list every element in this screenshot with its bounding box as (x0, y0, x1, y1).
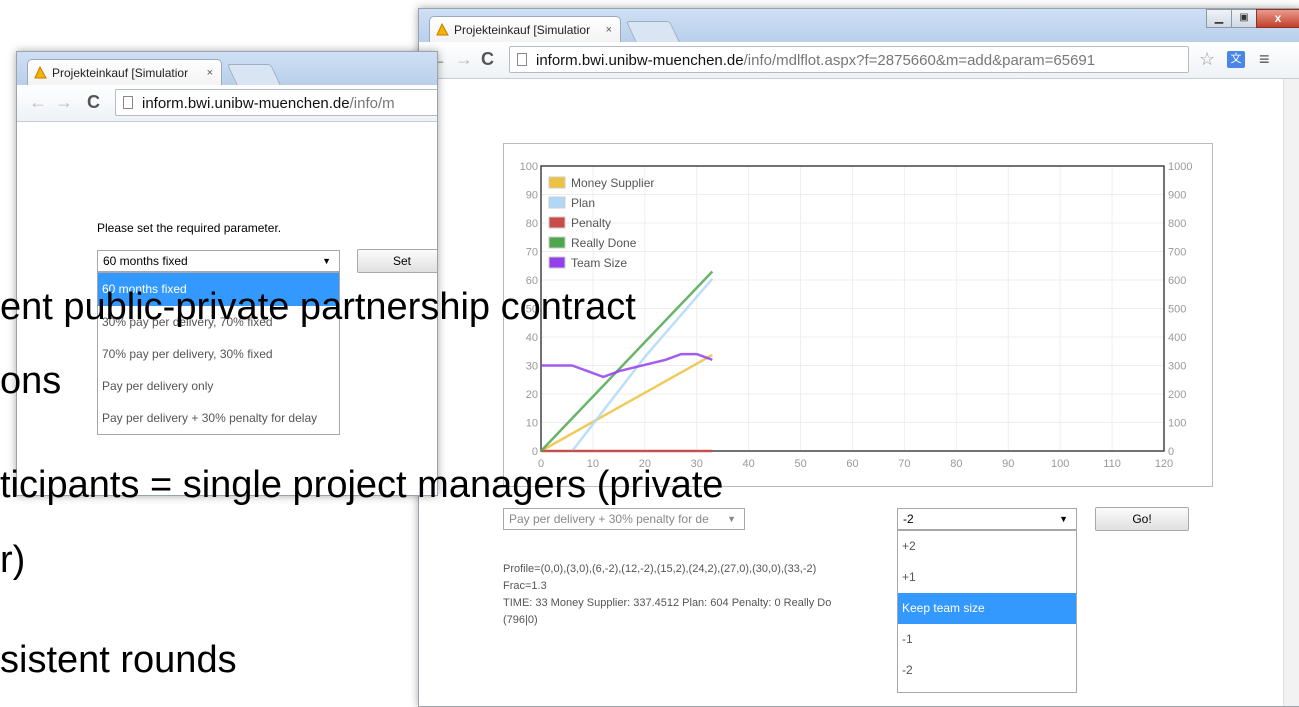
x-tick-label: 50 (794, 458, 806, 470)
set-button[interactable]: Set (357, 249, 437, 273)
dropdown-option[interactable]: -2 (898, 655, 1076, 686)
x-tick-label: 70 (898, 458, 910, 470)
legend-swatch (548, 256, 566, 269)
dropdown-option[interactable]: Pay per delivery + 30% penalty for delay (98, 402, 339, 434)
legend-label: Plan (571, 196, 595, 210)
y-right-tick-label: 900 (1168, 190, 1186, 202)
output-line: TIME: 33 Money Supplier: 337.4512 Plan: … (503, 597, 832, 609)
slide-bullet-line: r) (0, 539, 26, 581)
team-size-select[interactable]: -2 ▼ (897, 508, 1077, 530)
y-left-tick-label: 20 (526, 389, 538, 401)
browser-toolbar: ← → C inform.bwi.unibw-muenchen.de/info/… (17, 85, 437, 122)
y-right-tick-label: 100 (1168, 418, 1186, 430)
dropdown-option[interactable]: Pay per delivery only (98, 370, 339, 402)
dropdown-option[interactable]: -1 (898, 624, 1076, 655)
y-left-tick-label: 80 (526, 218, 538, 230)
dropdown-option[interactable]: +2 (898, 531, 1076, 562)
y-left-tick-label: 10 (526, 418, 538, 430)
output-line: Frac=1.3 (503, 580, 547, 592)
x-tick-label: 110 (1103, 458, 1121, 470)
dropdown-option[interactable]: +1 (898, 562, 1076, 593)
y-right-tick-label: 400 (1168, 332, 1186, 344)
tab-strip: Projekteinkauf [Simulatior × (17, 52, 437, 86)
y-right-tick-label: 200 (1168, 389, 1186, 401)
new-tab-button[interactable] (226, 64, 282, 86)
legend-swatch (548, 236, 566, 249)
legend-label: Really Done (571, 236, 637, 250)
legend-label: Team Size (571, 256, 627, 270)
x-tick-label: 100 (1051, 458, 1069, 470)
legend-label: Money Supplier (571, 176, 654, 190)
chevron-down-icon: ▼ (727, 514, 736, 524)
address-bar[interactable]: inform.bwi.unibw-muenchen.de/info/m (115, 89, 437, 116)
y-right-tick-label: 1000 (1168, 161, 1192, 173)
browser-tab[interactable]: Projekteinkauf [Simulatior × (27, 59, 222, 85)
url-path: /info/m (349, 95, 395, 112)
page-icon (123, 96, 133, 109)
x-tick-label: 90 (1002, 458, 1014, 470)
go-button[interactable]: Go! (1095, 507, 1189, 531)
x-tick-label: 120 (1155, 458, 1173, 470)
favicon-icon (34, 66, 47, 79)
x-tick-label: 40 (743, 458, 755, 470)
y-right-tick-label: 300 (1168, 361, 1186, 373)
dropdown-option[interactable]: 70% pay per delivery, 30% fixed (98, 338, 339, 370)
slide-bullet-line: ons (0, 360, 62, 402)
slide-bullet-line: ticipants = single project managers (pri… (0, 464, 724, 506)
prompt-text: Please set the required parameter. (97, 221, 282, 235)
team-size-dropdown: +2 +1 Keep team size -1 -2 (897, 530, 1077, 693)
legend-swatch (548, 176, 566, 189)
scrollbar[interactable] (1283, 79, 1299, 706)
browser-window-secondary: Projekteinkauf [Simulatior × ← → C infor… (16, 51, 438, 496)
url-host: inform.bwi.unibw-muenchen.de (142, 95, 350, 112)
contract-type-select[interactable]: Pay per delivery + 30% penalty for de ▼ (503, 508, 745, 530)
output-line: Profile=(0,0),(3,0),(6,-2),(12,-2),(15,2… (503, 563, 817, 575)
chevron-down-icon: ▼ (322, 256, 331, 266)
chevron-down-icon: ▼ (1059, 514, 1068, 524)
simulation-output: Profile=(0,0),(3,0),(6,-2),(12,-2),(15,2… (503, 561, 831, 629)
x-tick-label: 80 (950, 458, 962, 470)
y-left-tick-label: 90 (526, 190, 538, 202)
y-left-tick-label: 30 (526, 361, 538, 373)
y-right-tick-label: 600 (1168, 275, 1186, 287)
legend-label: Penalty (571, 216, 611, 230)
x-tick-label: 60 (846, 458, 858, 470)
y-left-tick-label: 70 (526, 247, 538, 259)
back-icon[interactable]: ← (29, 91, 47, 113)
reload-icon[interactable]: C (87, 91, 100, 113)
y-right-tick-label: 800 (1168, 218, 1186, 230)
y-right-tick-label: 500 (1168, 304, 1186, 316)
y-left-tick-label: 100 (520, 161, 538, 173)
browser-window-main: Projekteinkauf [Simulatior × ▁ ▣ x ← → C… (418, 8, 1299, 707)
output-line: (796|0) (503, 614, 538, 626)
y-left-tick-label: 40 (526, 332, 538, 344)
payment-model-select[interactable]: 60 months fixed ▼ (97, 250, 340, 272)
legend-swatch (548, 216, 566, 229)
forward-icon[interactable]: → (55, 91, 73, 113)
slide-bullet-line: ent public-private partnership contract (0, 286, 636, 328)
y-right-tick-label: 700 (1168, 247, 1186, 259)
dropdown-option-selected[interactable]: Keep team size (898, 593, 1076, 624)
close-tab-icon[interactable]: × (207, 60, 213, 86)
legend-swatch (548, 196, 566, 209)
y-right-tick-label: 0 (1168, 446, 1174, 458)
y-left-tick-label: 0 (532, 446, 538, 458)
tab-title: Projekteinkauf [Simulatior (52, 66, 189, 80)
slide-bullet-line: sistent rounds (0, 639, 237, 681)
